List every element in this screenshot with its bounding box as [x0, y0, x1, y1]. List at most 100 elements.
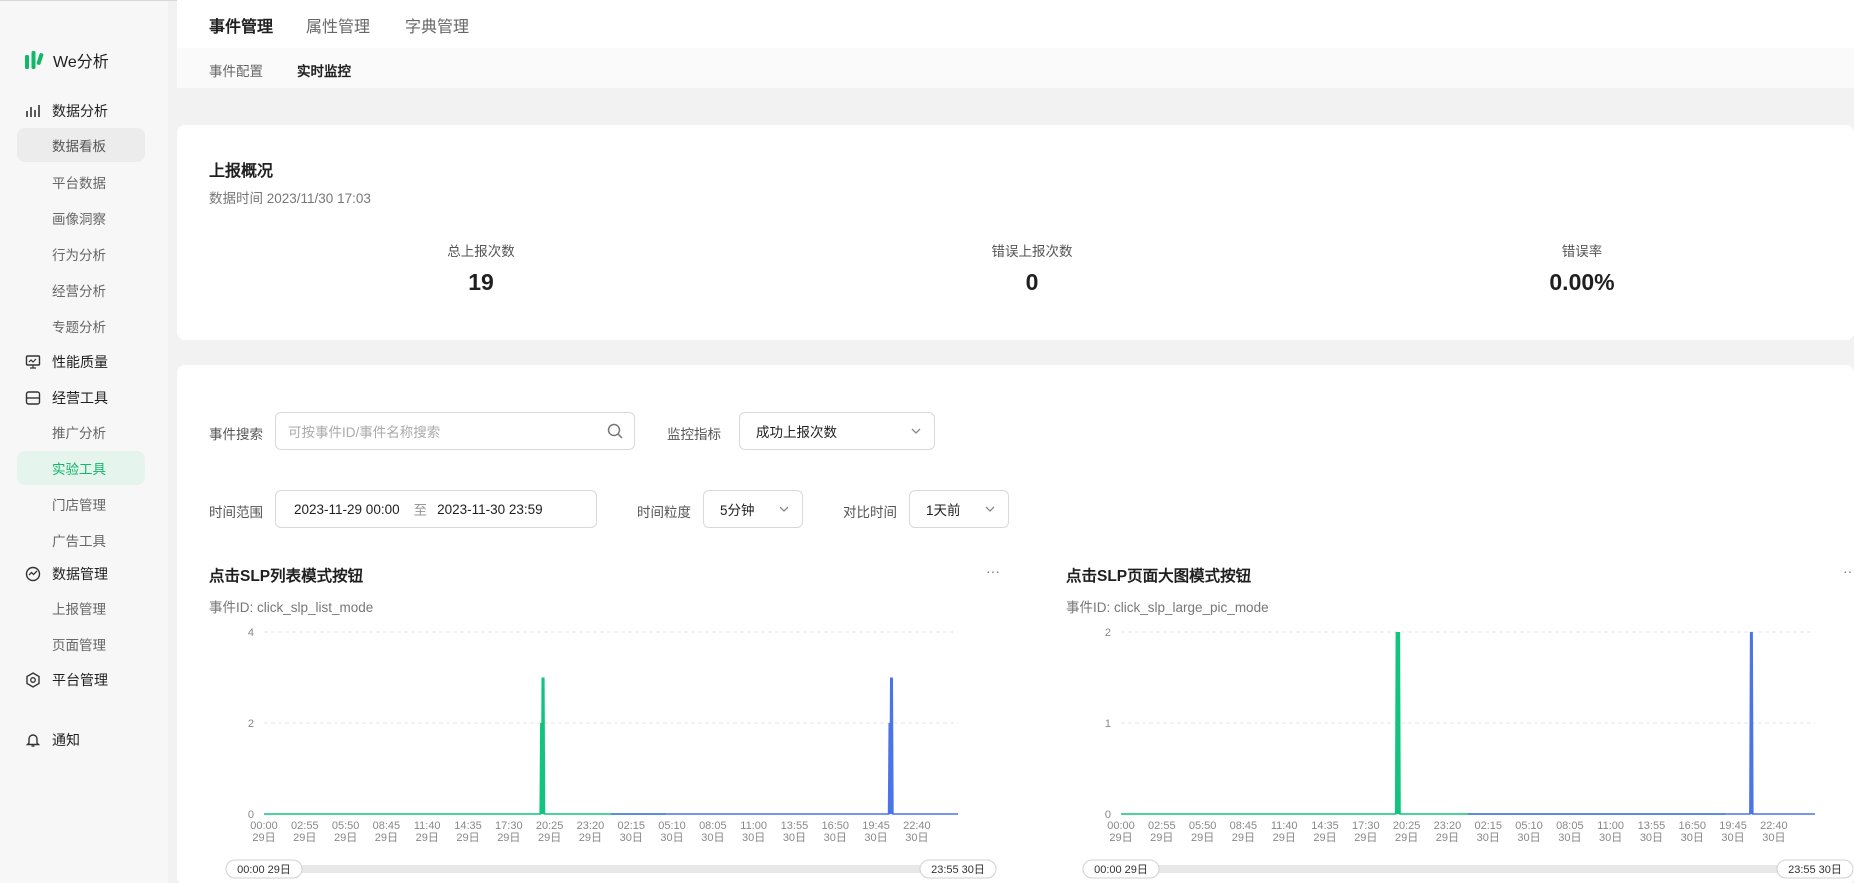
sidebar-group-label: 性能质量	[52, 354, 108, 370]
metric-select[interactable]: 成功上报次数	[739, 412, 935, 450]
x-tick-label: 20:25	[536, 820, 564, 832]
x-tick-label: 08:45	[1230, 820, 1258, 832]
sidebar-group-label: 经营工具	[52, 390, 108, 406]
slider-start-label: 00:00 29日	[237, 864, 291, 876]
x-tick-label: 19:45	[1719, 820, 1747, 832]
range-label: 时间范围	[209, 505, 263, 520]
sidebar-item-platform-data[interactable]: 平台数据	[17, 165, 145, 199]
x-tick-label: 00:00	[1107, 820, 1135, 832]
x-tick-label: 30日	[701, 832, 724, 844]
search-input[interactable]: 可按事件ID/事件名称搜索	[275, 412, 635, 450]
sidebar-group-data-analysis[interactable]: 数据分析	[24, 94, 154, 128]
x-tick-label: 17:30	[1352, 820, 1380, 832]
x-tick-label: 29日	[1109, 832, 1132, 844]
sidebar-item-label: 广告工具	[52, 534, 106, 549]
x-tick-label: 23:20	[577, 820, 605, 832]
x-tick-label: 02:15	[1474, 820, 1502, 832]
x-tick-label: 23:20	[1434, 820, 1462, 832]
x-tick-label: 08:05	[699, 820, 727, 832]
x-tick-label: 29日	[293, 832, 316, 844]
app-logo[interactable]: We分析	[24, 48, 109, 72]
sidebar: We分析 数据分析 数据看板 平台数据 画像洞察 行为分析 经营分析 专题分析 …	[0, 1, 168, 883]
sidebar-item-dashboard[interactable]: 数据看板	[17, 128, 145, 162]
slider-end-label: 23:55 30日	[1788, 864, 1842, 876]
x-tick-label: 30日	[620, 832, 643, 844]
sidebar-item-promotion[interactable]: 推广分析	[17, 415, 145, 449]
date-range-picker[interactable]: 2023-11-29 00:00 至 2023-11-30 23:59	[275, 490, 597, 528]
granularity-select[interactable]: 5分钟	[703, 490, 803, 528]
x-tick-label: 00:00	[250, 820, 278, 832]
chart-card-large-pic-mode: 点击SLP页面大图模式按钮 事件ID: click_slp_large_pic_…	[1066, 564, 1269, 616]
stat-value: 19	[468, 269, 494, 295]
inbox-icon	[24, 389, 42, 407]
x-tick-label: 29日	[538, 832, 561, 844]
sidebar-item-experiment[interactable]: 实验工具	[17, 451, 145, 485]
compare-select[interactable]: 1天前	[909, 490, 1009, 528]
sidebar-item-label: 推广分析	[52, 426, 106, 441]
sidebar-notify[interactable]: 通知	[24, 723, 154, 757]
range-start[interactable]: 2023-11-29 00:00	[276, 502, 400, 517]
sidebar-group-platform[interactable]: 平台管理	[24, 663, 154, 697]
range-separator: 至	[413, 503, 428, 518]
x-tick-label: 05:10	[658, 820, 686, 832]
more-icon[interactable]: ···	[1843, 563, 1854, 579]
search-label: 事件搜索	[209, 427, 263, 442]
x-tick-label: 02:15	[617, 820, 645, 832]
compare-label: 对比时间	[843, 505, 897, 520]
range-slider-track	[1111, 865, 1825, 873]
tab-attribute-management[interactable]: 属性管理	[306, 13, 370, 37]
tab-event-management[interactable]: 事件管理	[209, 13, 273, 37]
chart-card-list-mode: 点击SLP列表模式按钮 事件ID: click_slp_list_mode	[209, 564, 373, 616]
x-tick-label: 14:35	[454, 820, 482, 832]
x-tick-label: 14:35	[1311, 820, 1339, 832]
sidebar-item-report-management[interactable]: 上报管理	[17, 591, 145, 625]
x-tick-label: 30日	[1721, 832, 1744, 844]
x-tick-label: 22:40	[1760, 820, 1788, 832]
stat-value: 0	[1025, 269, 1039, 295]
sidebar-item-persona[interactable]: 画像洞察	[17, 201, 145, 235]
x-tick-label: 30日	[1517, 832, 1540, 844]
sidebar-item-page-management[interactable]: 页面管理	[17, 627, 145, 661]
compare-value: 1天前	[926, 503, 961, 518]
x-tick-label: 05:50	[332, 820, 360, 832]
sidebar-item-label: 画像洞察	[52, 212, 106, 227]
monitor-icon	[24, 353, 42, 371]
sidebar-item-business[interactable]: 经营分析	[17, 273, 145, 307]
more-icon[interactable]: ···	[986, 563, 1000, 579]
x-tick-label: 20:25	[1393, 820, 1421, 832]
x-tick-label: 02:55	[291, 820, 319, 832]
x-tick-label: 08:45	[373, 820, 401, 832]
x-tick-label: 29日	[334, 832, 357, 844]
x-tick-label: 29日	[1191, 832, 1214, 844]
logo-icon	[25, 51, 44, 69]
x-tick-label: 22:40	[903, 820, 931, 832]
x-tick-label: 02:55	[1148, 820, 1176, 832]
x-tick-label: 11:40	[414, 820, 441, 832]
x-tick-label: 29日	[1313, 832, 1336, 844]
series-line	[264, 677, 666, 815]
chevron-down-icon	[779, 506, 789, 512]
sidebar-item-ads[interactable]: 广告工具	[17, 523, 145, 557]
sidebar-item-store[interactable]: 门店管理	[17, 487, 145, 521]
subtab-event-config[interactable]: 事件配置	[209, 60, 263, 80]
sidebar-item-topic[interactable]: 专题分析	[17, 309, 145, 343]
tab-dictionary-management[interactable]: 字典管理	[405, 13, 469, 37]
sidebar-group-data-management[interactable]: 数据管理	[24, 557, 154, 591]
x-tick-label: 29日	[1354, 832, 1377, 844]
x-tick-label: 30日	[1640, 832, 1663, 844]
y-tick-label: 2	[248, 718, 254, 730]
subtab-realtime-monitor[interactable]: 实时监控	[297, 60, 351, 80]
x-tick-label: 30日	[1599, 832, 1622, 844]
sidebar-item-behavior[interactable]: 行为分析	[17, 237, 145, 271]
overview-card: 上报概况 数据时间 2023/11/30 17:03 总上报次数 19 错误上报…	[177, 125, 1854, 340]
notify-label: 通知	[52, 732, 80, 748]
sidebar-group-business-tools[interactable]: 经营工具	[24, 381, 154, 415]
x-tick-label: 30日	[864, 832, 887, 844]
sidebar-group-performance[interactable]: 性能质量	[24, 345, 154, 379]
x-tick-label: 29日	[1150, 832, 1173, 844]
x-tick-label: 29日	[1436, 832, 1459, 844]
x-tick-label: 29日	[456, 832, 479, 844]
y-tick-label: 2	[1105, 627, 1111, 639]
range-end[interactable]: 2023-11-30 23:59	[427, 502, 543, 517]
bar-chart-icon	[24, 102, 42, 120]
